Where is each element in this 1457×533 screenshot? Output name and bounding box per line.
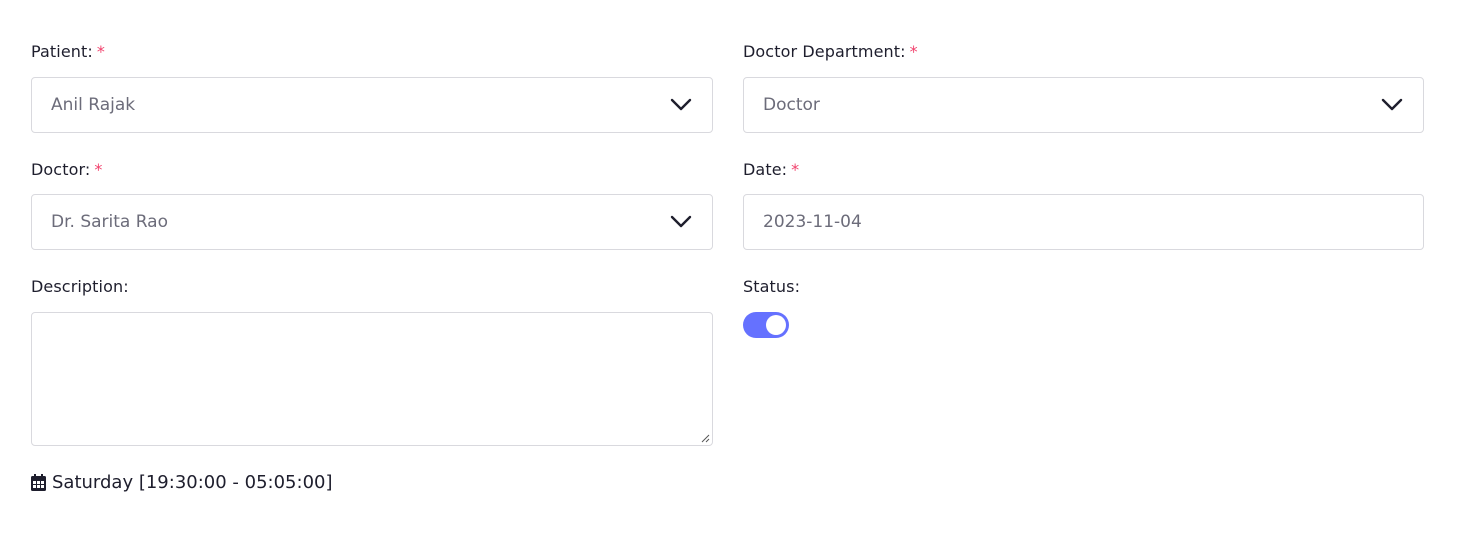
doctor-select[interactable]: Dr. Sarita Rao [31, 194, 713, 250]
chevron-down-icon [1381, 98, 1403, 111]
description-label: Description: [31, 277, 129, 296]
date-label: Date: * [743, 160, 799, 179]
toggle-knob [766, 315, 786, 335]
patient-select-value: Anil Rajak [51, 95, 136, 115]
patient-label-text: Patient: [31, 42, 93, 61]
chevron-down-icon [670, 215, 692, 228]
patient-select[interactable]: Anil Rajak [31, 77, 713, 133]
required-mark: * [94, 160, 103, 179]
status-label: Status: [743, 277, 800, 296]
date-input-value: 2023-11-04 [763, 212, 862, 232]
chevron-down-icon [670, 98, 692, 111]
status-label-text: Status: [743, 277, 801, 296]
doctor-department-label-text: Doctor Department: [743, 42, 906, 61]
doctor-label-text: Doctor: [31, 160, 91, 179]
status-toggle[interactable] [743, 312, 789, 338]
doctor-schedule: Saturday [19:30:00 - 05:05:00] [31, 472, 333, 493]
schedule-text: Saturday [19:30:00 - 05:05:00] [52, 472, 333, 493]
required-mark: * [96, 42, 106, 61]
required-mark: * [909, 42, 918, 61]
resize-grip-icon[interactable] [700, 433, 710, 443]
description-textarea[interactable] [31, 312, 713, 446]
calendar-icon [31, 474, 46, 491]
patient-label: Patient: * [31, 42, 105, 61]
doctor-department-select[interactable]: Doctor [743, 77, 1424, 133]
required-mark: * [791, 160, 800, 179]
doctor-label: Doctor: * [31, 160, 102, 179]
description-label-text: Description: [31, 277, 129, 296]
date-input[interactable]: 2023-11-04 [743, 194, 1424, 250]
doctor-department-select-value: Doctor [763, 95, 820, 115]
doctor-select-value: Dr. Sarita Rao [51, 212, 168, 232]
doctor-department-label: Doctor Department: * [743, 42, 918, 61]
date-label-text: Date: [743, 160, 788, 179]
